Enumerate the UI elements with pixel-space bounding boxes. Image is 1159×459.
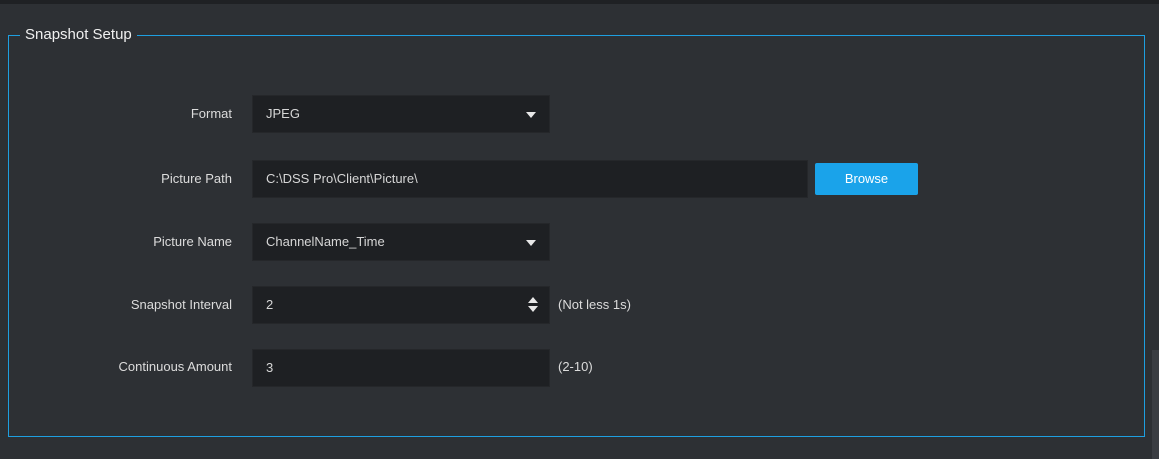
spin-down-icon[interactable] [528,306,538,312]
continuous-amount-input[interactable]: 3 [252,349,550,387]
format-value: JPEG [266,106,300,121]
picture-name-value: ChannelName_Time [266,234,385,249]
scrollbar[interactable] [1152,350,1159,459]
continuous-amount-label: Continuous Amount [118,359,232,374]
picture-name-label: Picture Name [153,234,232,249]
format-label: Format [190,106,232,121]
chevron-down-icon [526,240,536,246]
snapshot-interval-value: 2 [266,297,274,312]
continuous-amount-value: 3 [266,360,274,375]
snapshot-interval-label: Snapshot Interval [130,297,232,312]
picture-path-value: C:\DSS Pro\Client\Picture\ [266,171,418,186]
chevron-down-icon [526,112,536,118]
continuous-amount-hint: (2-10) [558,359,593,374]
browse-button[interactable]: Browse [815,163,918,195]
format-dropdown[interactable]: JPEG [252,95,550,133]
picture-path-input[interactable]: C:\DSS Pro\Client\Picture\ [252,160,808,198]
section-title: Snapshot Setup [20,24,137,46]
snapshot-interval-hint: (Not less 1s) [558,297,631,312]
snapshot-interval-stepper[interactable]: 2 [252,286,550,324]
spin-up-icon[interactable] [528,297,538,303]
spinner-icon[interactable] [527,297,539,313]
picture-path-label: Picture Path [161,171,232,186]
top-divider [0,0,1159,4]
snapshot-setup-page: Snapshot Setup Format JPEG Picture Path … [0,0,1159,459]
picture-name-dropdown[interactable]: ChannelName_Time [252,223,550,261]
